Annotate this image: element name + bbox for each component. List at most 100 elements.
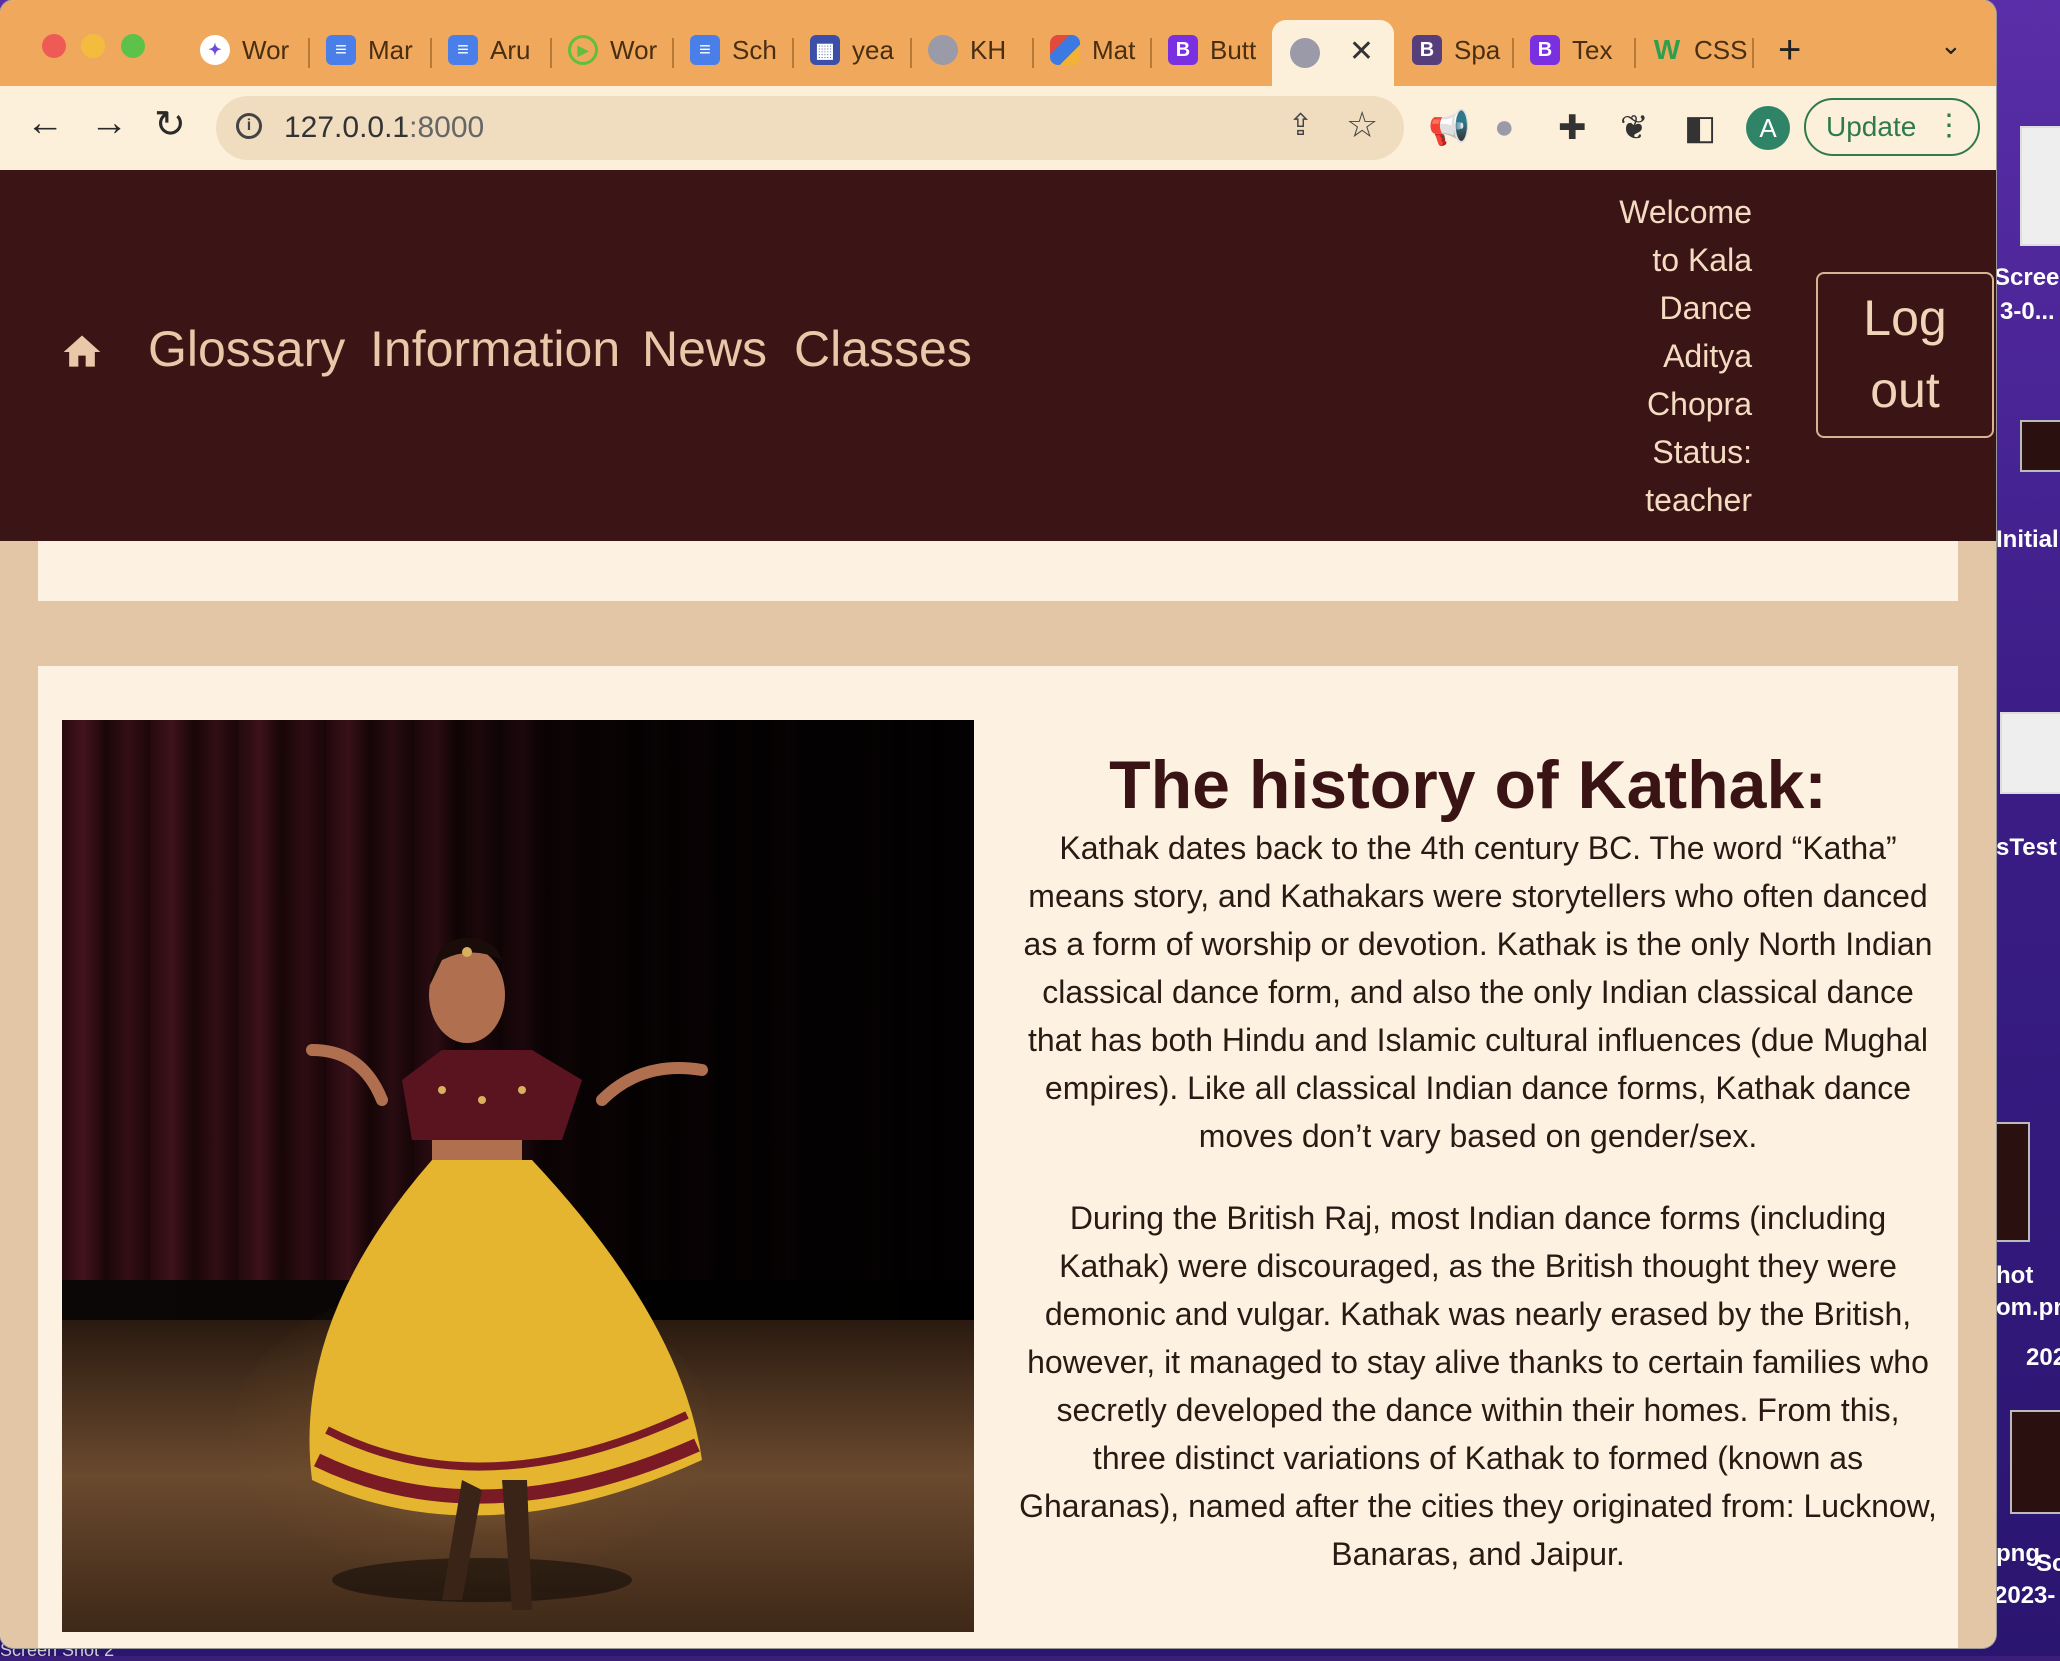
status-value: teacher [1645,482,1752,518]
nav-link-news[interactable]: News [642,320,767,378]
w3schools-icon: W [1653,34,1681,65]
desktop-file-label: hot [1996,1262,2034,1289]
bookmark-star-icon[interactable]: ☆ [1346,104,1378,146]
desktop-file-label: om.pn [1996,1294,2060,1321]
nav-link-glossary[interactable]: Glossary [148,320,345,378]
tab-label: yea [852,34,894,65]
google-docs-icon: ≡ [448,35,478,65]
tab-separator [1752,38,1754,68]
article-title: The history of Kathak: [1109,747,1827,823]
tab-label: CSS [1694,34,1748,65]
tab-yea[interactable]: ▦ yea [792,20,910,80]
fullscreen-window-button[interactable] [121,34,145,58]
leaf-extension-icon[interactable]: ❦ [1620,108,1649,148]
tab-tex[interactable]: B Tex [1512,20,1634,80]
bootstrap-icon: B [1530,35,1560,65]
desktop-file-thumbnail[interactable] [2020,126,2060,246]
desktop-file-thumbnail[interactable] [2020,420,2060,472]
desktop-file-thumbnail[interactable] [1994,1122,2030,1242]
dancer-figure [306,937,708,1610]
url-text[interactable]: 127.0.0.1:8000 [284,111,484,145]
forward-arrow-icon[interactable]: → [90,102,128,145]
tab-label: Butt [1210,34,1257,65]
url-host: 127.0.0.1 [284,111,410,144]
nav-link-classes[interactable]: Classes [794,320,972,378]
desktop-file-label: 3-0... [2000,298,2055,325]
update-button[interactable]: Update ⋮ [1804,98,1980,156]
tab-css[interactable]: W CSS [1634,20,1752,80]
bootstrap-icon: B [1412,35,1442,65]
tab-wor-play[interactable]: ▶ Wor [550,20,672,80]
google-docs-icon: ≡ [690,35,720,65]
tab-label: Mar [368,34,413,65]
tab-bar: ✦ Wor ≡ Mar ≡ Aru ▶ Wor ≡ Sch ▦ yea KH M… [0,0,1996,86]
tab-label: Wor [242,34,290,65]
profile-avatar[interactable]: A [1746,106,1790,150]
tab-label: Sch [732,34,777,65]
calendar-grid-icon: ▦ [810,35,840,65]
logout-label-line: out [1870,362,1940,418]
nav-link-information[interactable]: Information [370,320,620,378]
welcome-line: Dance [1659,290,1753,326]
desktop-file-label: png [1996,1540,2040,1567]
tab-search-chevron-icon[interactable]: ⌄ [1940,30,1962,61]
tab-spa[interactable]: B Spa [1394,20,1512,80]
article-paragraph: Kathak dates back to the 4th century BC.… [1023,830,1933,1154]
desktop-file-label: 202 [2026,1344,2060,1371]
tab-label: KH [970,34,1007,65]
home-icon[interactable] [60,330,104,374]
back-arrow-icon[interactable]: ← [26,102,64,145]
tab-docs-aru[interactable]: ≡ Aru [430,20,550,80]
multicolor-logo-icon [1050,35,1080,65]
grammarly-extension-icon[interactable]: ● [1494,108,1515,147]
wordtune-icon: ✦ [200,35,230,65]
browser-window: ✦ Wor ≡ Mar ≡ Aru ▶ Wor ≡ Sch ▦ yea KH M… [0,0,1996,1648]
tab-mat[interactable]: Mat [1032,20,1150,80]
side-panel-icon[interactable]: ◧ [1684,108,1716,148]
browser-toolbar: ← → ↻ i 127.0.0.1:8000 ⇪ ☆ 📢 ● ✚ ❦ ◧ A U… [0,86,1996,170]
url-port: :8000 [409,111,485,144]
history-card: The history of Kathak: Kathak dates back… [38,666,1958,1648]
desktop-file-thumbnail[interactable] [2000,712,2060,794]
more-menu-icon[interactable]: ⋮ [1934,108,1964,143]
welcome-line: Welcome [1619,194,1752,230]
tab-label: Aru [490,34,531,65]
google-docs-icon: ≡ [326,35,356,65]
close-window-button[interactable] [42,34,66,58]
megaphone-extension-icon[interactable]: 📢 [1428,108,1470,148]
desktop-file-thumbnail[interactable] [2010,1410,2060,1514]
play-circle-icon: ▶ [568,35,598,65]
desktop-file-label: sTest [1996,834,2057,861]
user-name-line: Aditya [1663,338,1752,374]
welcome-line: to Kala [1652,242,1752,278]
tab-label: Spa [1454,34,1501,65]
logout-label-line: Log [1863,290,1947,346]
welcome-message: Welcome to Kala Dance Aditya Chopra Stat… [1560,188,1752,524]
logout-button[interactable]: Log out [1816,272,1994,438]
tab-wordtune[interactable]: ✦ Wor [182,20,308,80]
update-label: Update [1826,111,1917,142]
bootstrap-icon: B [1168,35,1198,65]
tab-label: Tex [1572,34,1613,65]
desktop-file-label: Scree [1994,264,2060,291]
extensions-puzzle-icon[interactable]: ✚ [1558,108,1587,148]
new-tab-button[interactable]: + [1778,28,1801,73]
tab-docs-sch[interactable]: ≡ Sch [672,20,792,80]
status-line: Status: [1652,434,1752,470]
share-icon[interactable]: ⇪ [1288,108,1313,143]
tab-butt[interactable]: B Butt [1150,20,1272,80]
minimize-window-button[interactable] [81,34,105,58]
site-info-icon[interactable]: i [236,113,262,139]
address-bar[interactable]: i 127.0.0.1:8000 ⇪ ☆ [216,96,1404,160]
tab-active-localhost[interactable]: ✕ [1272,20,1394,86]
page-viewport: Glossary Information News Classes Welcom… [0,170,1996,1648]
desktop-file-label: Sc [2036,1550,2060,1577]
close-tab-icon[interactable]: ✕ [1349,34,1374,69]
kathak-dancer-photo [62,720,974,1632]
tab-label: Wor [610,34,658,65]
tab-docs-mar[interactable]: ≡ Mar [308,20,430,80]
globe-icon [928,35,958,65]
user-name-line: Chopra [1647,386,1752,422]
tab-kh[interactable]: KH [910,20,1032,80]
reload-icon[interactable]: ↻ [154,102,186,147]
